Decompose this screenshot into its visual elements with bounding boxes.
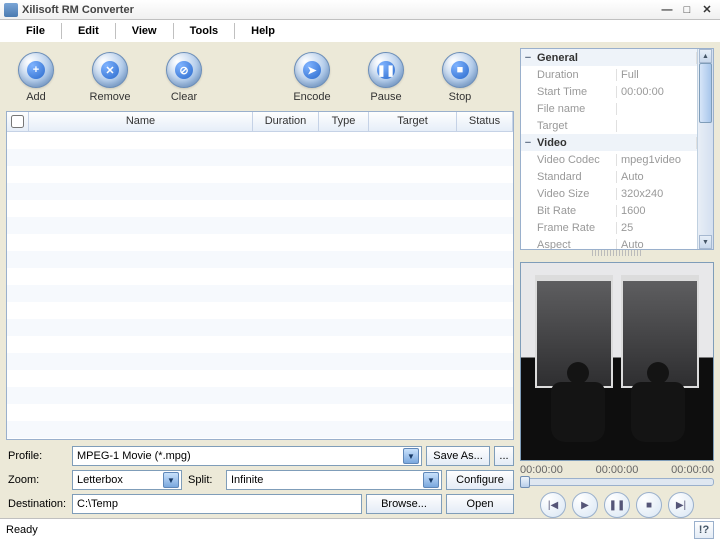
close-button[interactable]: ✕	[698, 2, 716, 18]
col-name[interactable]: Name	[29, 112, 253, 131]
splitter-grip[interactable]	[592, 250, 642, 256]
player-stop-button[interactable]: ■	[636, 492, 662, 518]
file-table: Name Duration Type Target Status	[6, 111, 514, 440]
status-text: Ready	[6, 524, 38, 536]
split-combo[interactable]: Infinite▼	[226, 470, 442, 490]
pause-icon: ❚❚	[377, 61, 395, 79]
toolbar: +Add ✕Remove ⊘Clear ➤Encode ❚❚Pause ■Sto…	[6, 48, 514, 111]
plus-icon: +	[27, 61, 45, 79]
x-icon: ✕	[101, 61, 119, 79]
open-button[interactable]: Open	[446, 494, 514, 514]
encode-icon: ➤	[303, 61, 321, 79]
menu-tools[interactable]: Tools	[176, 23, 233, 39]
chevron-down-icon: ▼	[403, 448, 419, 464]
seek-knob[interactable]	[520, 476, 530, 488]
statusbar: Ready !?	[0, 518, 720, 540]
preview-pane	[520, 262, 714, 461]
chevron-down-icon: ▼	[163, 472, 179, 488]
prop-size[interactable]: Video Size	[535, 188, 617, 200]
pause-button[interactable]: ❚❚Pause	[358, 52, 414, 103]
encode-button[interactable]: ➤Encode	[284, 52, 340, 103]
prop-standard[interactable]: Standard	[535, 171, 617, 183]
window-title: Xilisoft RM Converter	[22, 4, 656, 16]
zoom-combo[interactable]: Letterbox▼	[72, 470, 182, 490]
dest-input[interactable]	[72, 494, 362, 514]
collapse-icon[interactable]: −	[521, 52, 535, 64]
prop-target[interactable]: Target	[535, 120, 617, 132]
scroll-up-icon[interactable]: ▲	[699, 49, 712, 63]
menu-file[interactable]: File	[12, 23, 59, 39]
prev-button[interactable]: |◀	[540, 492, 566, 518]
titlebar: Xilisoft RM Converter — □ ✕	[0, 0, 720, 20]
browse-button[interactable]: Browse...	[366, 494, 442, 514]
minimize-button[interactable]: —	[658, 2, 676, 18]
maximize-button[interactable]: □	[678, 2, 696, 18]
menu-edit[interactable]: Edit	[64, 23, 113, 39]
col-duration[interactable]: Duration	[253, 112, 319, 131]
prop-bitrate[interactable]: Bit Rate	[535, 205, 617, 217]
help-button[interactable]: !?	[694, 521, 714, 539]
more-button[interactable]: ...	[494, 446, 514, 466]
menubar: File Edit View Tools Help	[0, 20, 720, 42]
clear-button[interactable]: ⊘Clear	[156, 52, 212, 103]
next-button[interactable]: ▶|	[668, 492, 694, 518]
clear-icon: ⊘	[175, 61, 193, 79]
menu-view[interactable]: View	[118, 23, 171, 39]
scroll-down-icon[interactable]: ▼	[699, 235, 712, 249]
profile-combo[interactable]: MPEG-1 Movie (*.mpg)▼	[72, 446, 422, 466]
profile-label: Profile:	[6, 450, 68, 462]
prop-duration[interactable]: Duration	[535, 69, 617, 81]
seek-slider[interactable]	[520, 478, 714, 486]
prop-aspect[interactable]: Aspect	[535, 239, 617, 250]
col-target[interactable]: Target	[369, 112, 457, 131]
prop-filename[interactable]: File name	[535, 103, 617, 115]
menu-help[interactable]: Help	[237, 23, 289, 39]
select-all-checkbox[interactable]	[11, 115, 24, 128]
chevron-down-icon: ▼	[423, 472, 439, 488]
collapse-icon[interactable]: −	[521, 137, 535, 149]
stop-button[interactable]: ■Stop	[432, 52, 488, 103]
dest-label: Destination:	[6, 498, 68, 510]
configure-button[interactable]: Configure	[446, 470, 514, 490]
stop-icon: ■	[451, 61, 469, 79]
player-pause-button[interactable]: ❚❚	[604, 492, 630, 518]
app-icon	[4, 3, 18, 17]
time-display: 00:00:0000:00:0000:00:00	[520, 464, 714, 476]
saveas-button[interactable]: Save As...	[426, 446, 490, 466]
properties-panel: −General DurationFull Start Time00:00:00…	[520, 48, 714, 250]
remove-button[interactable]: ✕Remove	[82, 52, 138, 103]
play-button[interactable]: ▶	[572, 492, 598, 518]
prop-codec[interactable]: Video Codec	[535, 154, 617, 166]
col-type[interactable]: Type	[319, 112, 369, 131]
prop-starttime[interactable]: Start Time	[535, 86, 617, 98]
add-button[interactable]: +Add	[8, 52, 64, 103]
col-status[interactable]: Status	[457, 112, 513, 131]
properties-scrollbar[interactable]: ▲ ▼	[697, 49, 713, 249]
split-label: Split:	[186, 474, 222, 486]
scroll-thumb[interactable]	[699, 63, 712, 123]
table-body[interactable]	[7, 132, 513, 439]
zoom-label: Zoom:	[6, 474, 68, 486]
prop-framerate[interactable]: Frame Rate	[535, 222, 617, 234]
